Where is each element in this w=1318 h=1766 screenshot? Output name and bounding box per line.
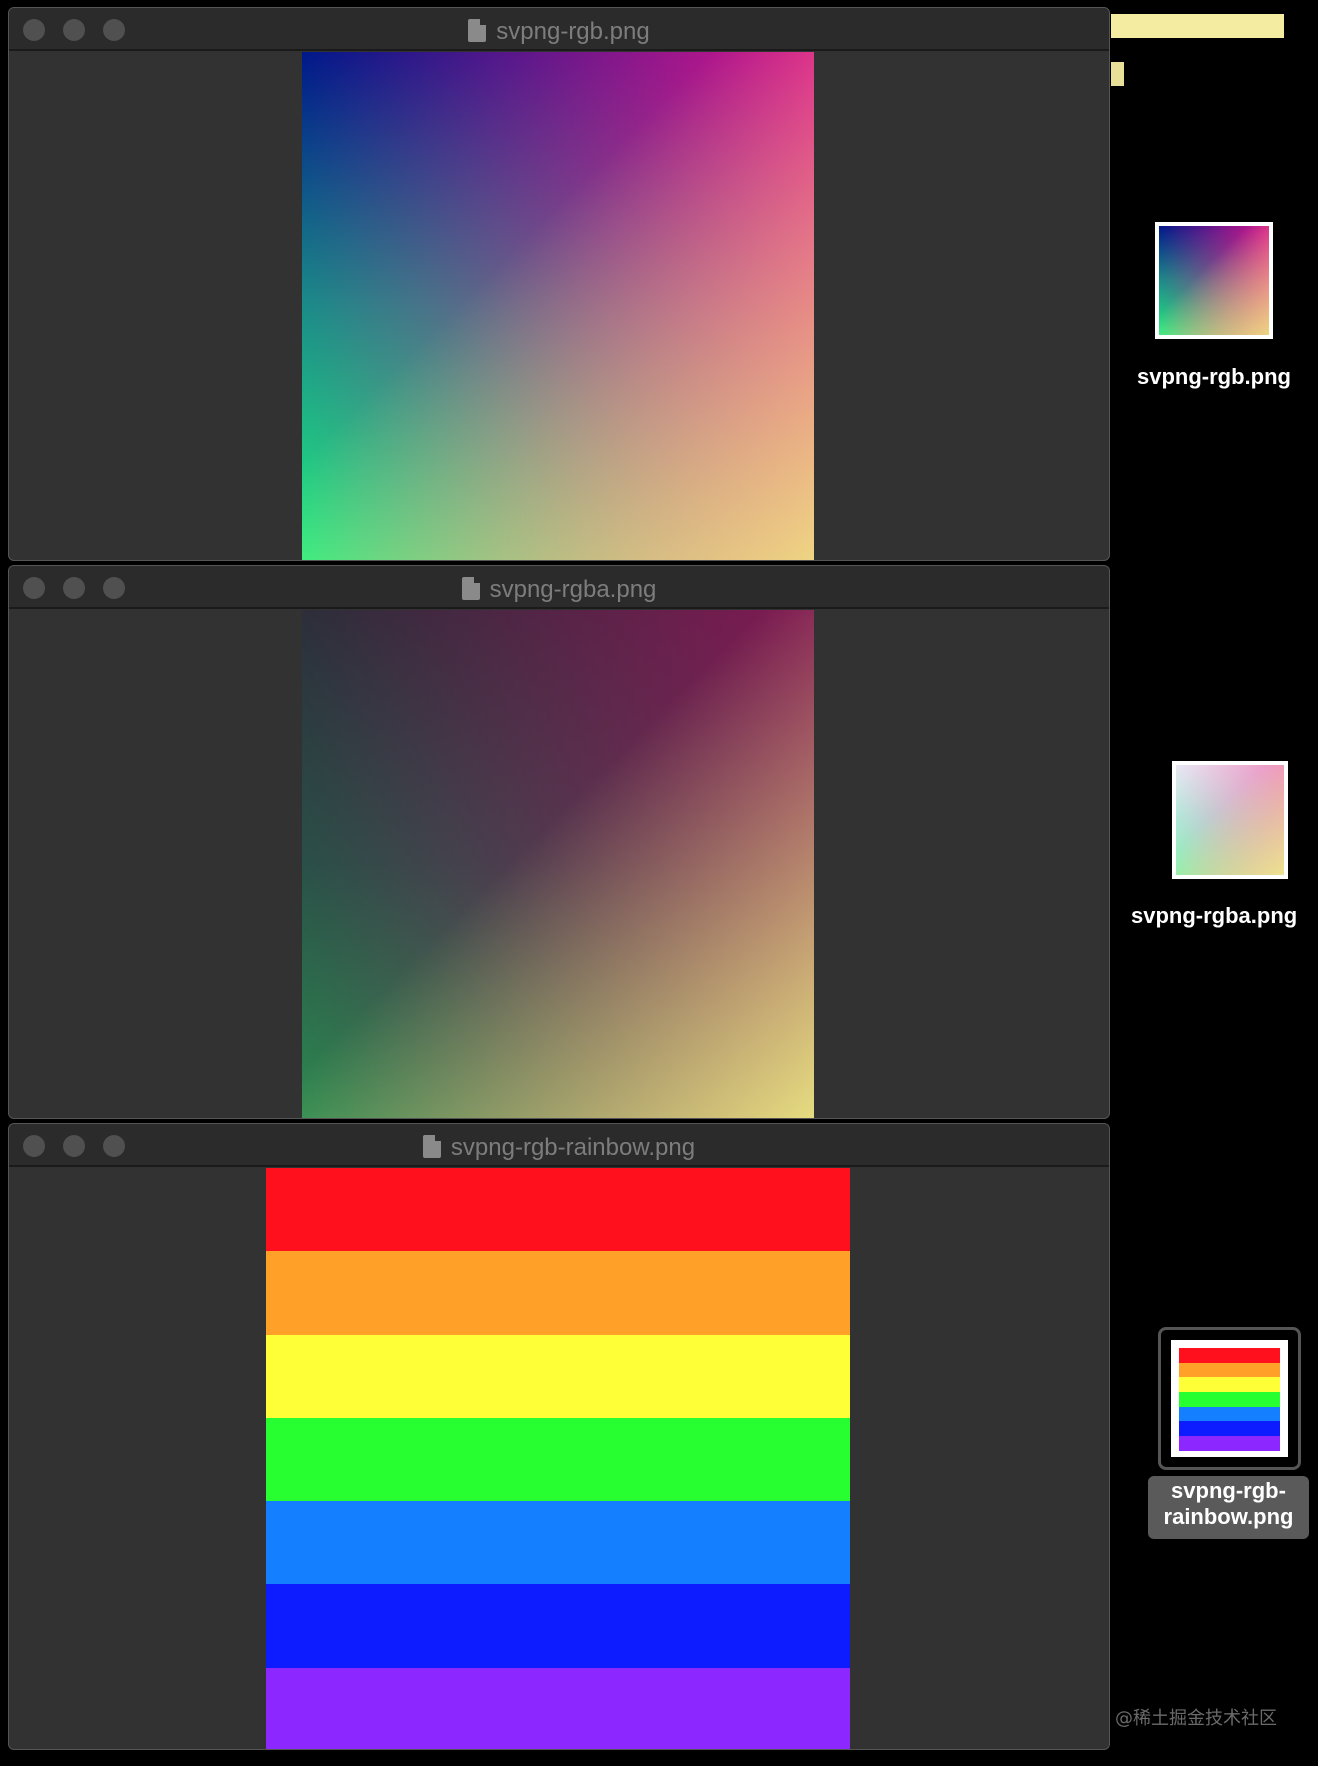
preview-window-rgb: svpng-rgb.png [8, 7, 1110, 561]
label-line: svpng-rgb- [1171, 1478, 1286, 1503]
desktop-icon-rainbow-selection[interactable] [1158, 1327, 1301, 1470]
rainbow-stripe [266, 1667, 850, 1749]
desktop-icon-rgba-thumbnail[interactable] [1172, 761, 1288, 879]
rainbow-stripe [266, 1417, 850, 1502]
title-bar[interactable]: svpng-rgb-rainbow.png [9, 1124, 1109, 1167]
rainbow-stripe [266, 1584, 850, 1668]
rainbow-stripe [266, 1334, 850, 1418]
desktop-icon-rgba-label[interactable]: svpng-rgba.png [1131, 903, 1297, 929]
desktop-icon-rainbow-thumbnail [1171, 1340, 1288, 1457]
rainbow-thumb-stripe [1179, 1406, 1280, 1422]
window-title: svpng-rgb.png [496, 18, 650, 45]
title-bar[interactable]: svpng-rgb.png [9, 8, 1109, 51]
file-icon [422, 1135, 441, 1158]
watermark: @稀土掘金技术社区 [1115, 1708, 1277, 1729]
rainbow-stripe [266, 1168, 850, 1252]
rainbow-image [266, 1168, 850, 1749]
desktop-highlight-small [1111, 62, 1124, 86]
preview-window-rgba: svpng-rgba.png [8, 565, 1110, 1119]
desktop-highlight [1111, 14, 1284, 38]
label-line: rainbow.png [1163, 1504, 1294, 1529]
rainbow-thumb-stripe [1179, 1377, 1280, 1393]
rainbow-thumb-stripe [1179, 1348, 1280, 1363]
rgba-image-overlay [302, 610, 814, 1118]
file-icon [468, 19, 487, 42]
rainbow-thumb-stripe [1179, 1421, 1280, 1437]
rgb-image-overlay [302, 52, 814, 560]
preview-window-rainbow: svpng-rgb-rainbow.png [8, 1123, 1110, 1750]
window-title: svpng-rgba.png [489, 576, 657, 603]
desktop-icon-rgb-label[interactable]: svpng-rgb.png [1120, 364, 1308, 390]
desktop-icon-rainbow-label[interactable]: svpng-rgb- rainbow.png [1148, 1476, 1309, 1539]
title-bar[interactable]: svpng-rgba.png [9, 566, 1109, 609]
rainbow-stripe [266, 1251, 850, 1335]
file-icon [461, 577, 480, 600]
rainbow-thumb-stripe [1179, 1362, 1280, 1378]
rainbow-stripe [266, 1501, 850, 1585]
desktop-icon-rgb-thumbnail[interactable] [1155, 222, 1273, 339]
rainbow-thumb-stripe [1179, 1392, 1280, 1407]
rainbow-thumb-stripe [1179, 1436, 1280, 1451]
window-title: svpng-rgb-rainbow.png [450, 1134, 696, 1161]
